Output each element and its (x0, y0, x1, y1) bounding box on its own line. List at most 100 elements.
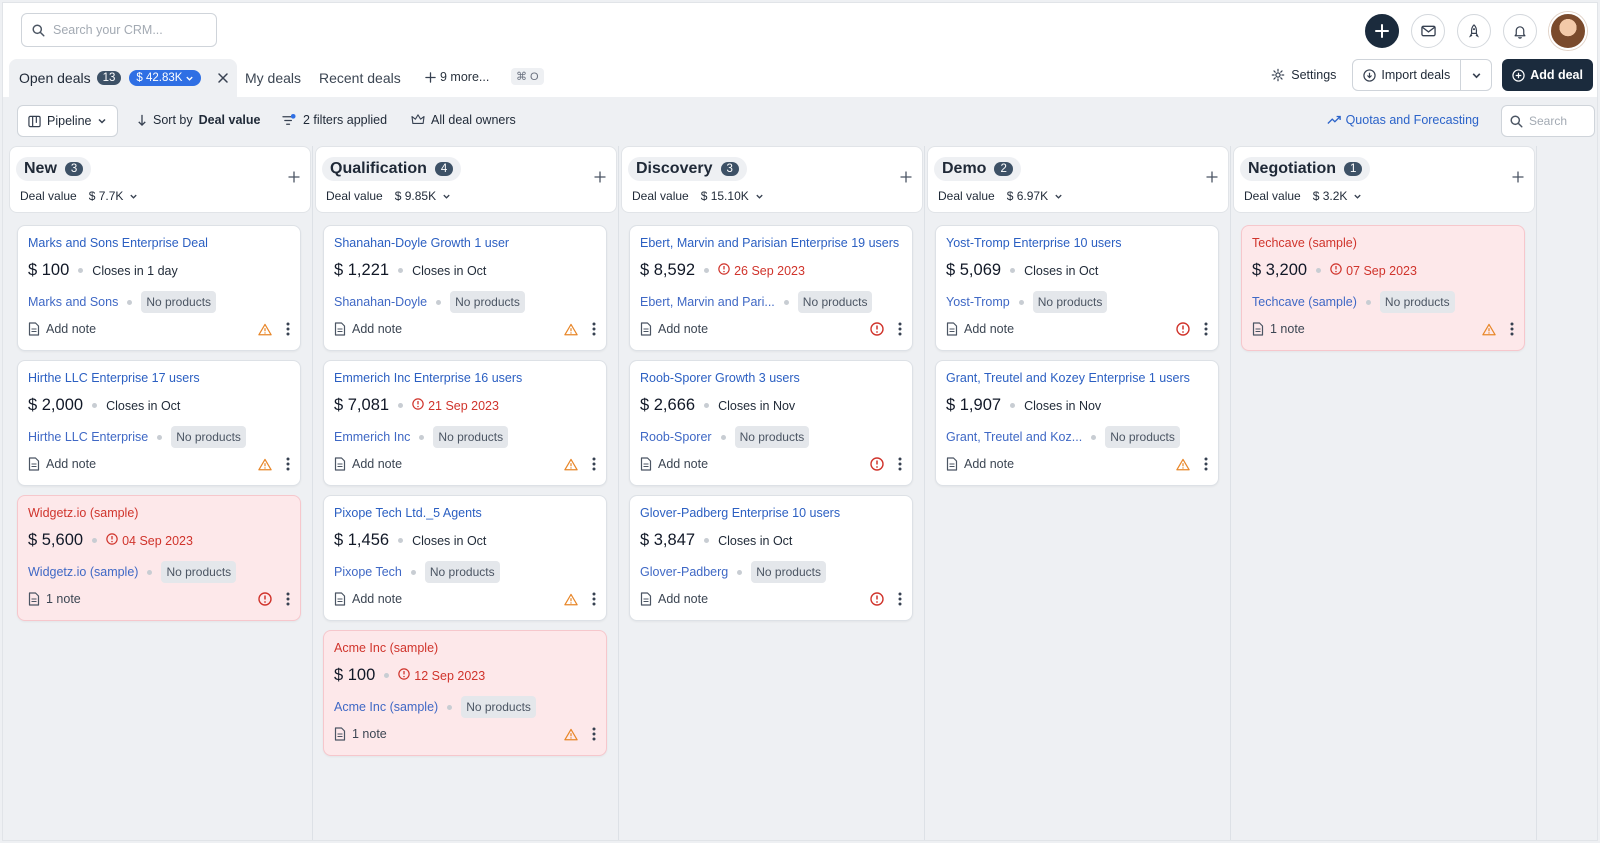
tab-more-button[interactable]: 9 more... (425, 70, 489, 84)
deal-card[interactable]: Glover-Padberg Enterprise 10 users $ 3,8… (629, 495, 913, 621)
deal-title[interactable]: Hirthe LLC Enterprise 17 users (28, 371, 200, 385)
mail-button[interactable] (1411, 14, 1445, 48)
launch-button[interactable] (1457, 14, 1491, 48)
deal-title[interactable]: Grant, Treutel and Kozey Enterprise 1 us… (946, 371, 1190, 385)
deal-organization[interactable]: Techcave (sample) (1252, 295, 1357, 309)
products-badge[interactable]: No products (171, 426, 246, 448)
more-options-button[interactable] (286, 322, 290, 336)
deal-status-icon[interactable] (870, 592, 884, 606)
more-options-button[interactable] (592, 457, 596, 471)
deal-title[interactable]: Acme Inc (sample) (334, 641, 438, 655)
crm-search-input[interactable] (53, 23, 203, 37)
deal-organization[interactable]: Yost-Tromp (946, 295, 1010, 309)
add-note-button[interactable]: Add note (28, 457, 96, 471)
crm-search[interactable] (21, 13, 217, 47)
deal-status-icon[interactable] (1176, 322, 1190, 336)
sort-button[interactable]: Sort by Deal value (137, 113, 260, 127)
close-tab-button[interactable] (217, 72, 229, 84)
add-note-button[interactable]: Add note (334, 457, 402, 471)
deal-title[interactable]: Ebert, Marvin and Parisian Enterprise 19… (640, 236, 899, 250)
user-avatar[interactable] (1549, 12, 1587, 50)
deal-organization[interactable]: Marks and Sons (28, 295, 118, 309)
column-deal-value[interactable]: Deal value $ 15.10K (632, 189, 764, 203)
deal-status-icon[interactable] (1176, 458, 1190, 471)
more-options-button[interactable] (898, 322, 902, 336)
add-note-button[interactable]: 1 note (28, 592, 81, 606)
column-deal-value[interactable]: Deal value $ 3.2K (1244, 189, 1362, 203)
add-note-button[interactable]: Add note (334, 322, 402, 336)
products-badge[interactable]: No products (424, 561, 500, 583)
deal-title[interactable]: Shanahan-Doyle Growth 1 user (334, 236, 509, 250)
deal-title[interactable]: Widgetz.io (sample) (28, 506, 138, 520)
deal-card[interactable]: Grant, Treutel and Kozey Enterprise 1 us… (935, 360, 1219, 486)
add-note-button[interactable]: Add note (640, 322, 708, 336)
add-deal-to-column-button[interactable] (1512, 171, 1524, 186)
deal-organization[interactable]: Roob-Sporer (640, 430, 712, 444)
deal-card[interactable]: Shanahan-Doyle Growth 1 user $ 1,221 Clo… (323, 225, 607, 351)
deal-status-icon[interactable] (564, 323, 578, 336)
deal-card[interactable]: Widgetz.io (sample) $ 5,600 04 Sep 2023 … (17, 495, 301, 621)
products-badge[interactable]: No products (734, 426, 810, 448)
deal-organization[interactable]: Widgetz.io (sample) (28, 565, 138, 579)
deal-status-icon[interactable] (258, 458, 272, 471)
deal-organization[interactable]: Grant, Treutel and Koz... (946, 430, 1082, 444)
more-options-button[interactable] (898, 592, 902, 606)
deal-card[interactable]: Acme Inc (sample) $ 100 12 Sep 2023 Acme… (323, 630, 607, 756)
deal-card[interactable]: Emmerich Inc Enterprise 16 users $ 7,081… (323, 360, 607, 486)
products-badge[interactable]: No products (1379, 291, 1455, 313)
deal-organization[interactable]: Hirthe LLC Enterprise (28, 430, 148, 444)
add-note-button[interactable]: Add note (28, 322, 96, 336)
more-options-button[interactable] (898, 457, 902, 471)
deal-status-icon[interactable] (870, 322, 884, 336)
notifications-button[interactable] (1503, 14, 1537, 48)
deal-status-icon[interactable] (870, 457, 884, 471)
deal-organization[interactable]: Emmerich Inc (334, 430, 410, 444)
products-badge[interactable]: No products (141, 291, 217, 313)
column-deal-value[interactable]: Deal value $ 9.85K (326, 189, 451, 203)
products-badge[interactable]: No products (1032, 291, 1108, 313)
more-options-button[interactable] (1204, 457, 1208, 471)
deal-card[interactable]: Pixope Tech Ltd._5 Agents $ 1,456 Closes… (323, 495, 607, 621)
deal-card[interactable]: Hirthe LLC Enterprise 17 users $ 2,000 C… (17, 360, 301, 486)
board-search[interactable] (1501, 105, 1595, 137)
deal-status-icon[interactable] (1482, 323, 1496, 336)
add-deal-to-column-button[interactable] (1206, 171, 1218, 186)
more-options-button[interactable] (592, 322, 596, 336)
products-badge[interactable]: No products (751, 561, 826, 583)
tab-recent-deals[interactable]: Recent deals (319, 70, 401, 86)
add-note-button[interactable]: 1 note (1252, 322, 1305, 336)
quotas-forecasting-link[interactable]: Quotas and Forecasting (1326, 113, 1479, 127)
deal-status-icon[interactable] (258, 323, 272, 336)
tab-open-deals[interactable]: Open deals 13 $ 42.83K (9, 59, 237, 97)
open-deals-value-pill[interactable]: $ 42.83K (129, 70, 202, 86)
column-deal-value[interactable]: Deal value $ 7.7K (20, 189, 138, 203)
deal-title[interactable]: Pixope Tech Ltd._5 Agents (334, 506, 482, 520)
products-badge[interactable]: No products (797, 291, 873, 313)
add-deal-button[interactable]: Add deal (1502, 59, 1593, 91)
deal-title[interactable]: Techcave (sample) (1252, 236, 1357, 250)
add-deal-to-column-button[interactable] (288, 171, 300, 186)
products-badge[interactable]: No products (450, 291, 525, 313)
tab-my-deals[interactable]: My deals (245, 70, 301, 86)
deal-status-icon[interactable] (258, 592, 272, 606)
deal-organization[interactable]: Ebert, Marvin and Pari... (640, 295, 775, 309)
add-note-button[interactable]: 1 note (334, 727, 387, 741)
deal-card[interactable]: Techcave (sample) $ 3,200 07 Sep 2023 Te… (1241, 225, 1525, 351)
more-options-button[interactable] (1204, 322, 1208, 336)
deal-organization[interactable]: Shanahan-Doyle (334, 295, 427, 309)
add-note-button[interactable]: Add note (640, 592, 708, 606)
deal-title[interactable]: Yost-Tromp Enterprise 10 users (946, 236, 1122, 250)
deal-card[interactable]: Marks and Sons Enterprise Deal $ 100 Clo… (17, 225, 301, 351)
more-options-button[interactable] (592, 592, 596, 606)
more-options-button[interactable] (1510, 322, 1514, 336)
import-options-button[interactable] (1461, 60, 1491, 90)
create-button[interactable] (1365, 14, 1399, 48)
products-badge[interactable]: No products (1105, 426, 1180, 448)
add-deal-to-column-button[interactable] (900, 171, 912, 186)
owners-button[interactable]: All deal owners (411, 113, 516, 127)
column-deal-value[interactable]: Deal value $ 6.97K (938, 189, 1063, 203)
deal-title[interactable]: Glover-Padberg Enterprise 10 users (640, 506, 840, 520)
deal-status-icon[interactable] (564, 458, 578, 471)
more-options-button[interactable] (592, 727, 596, 741)
deal-title[interactable]: Emmerich Inc Enterprise 16 users (334, 371, 522, 385)
